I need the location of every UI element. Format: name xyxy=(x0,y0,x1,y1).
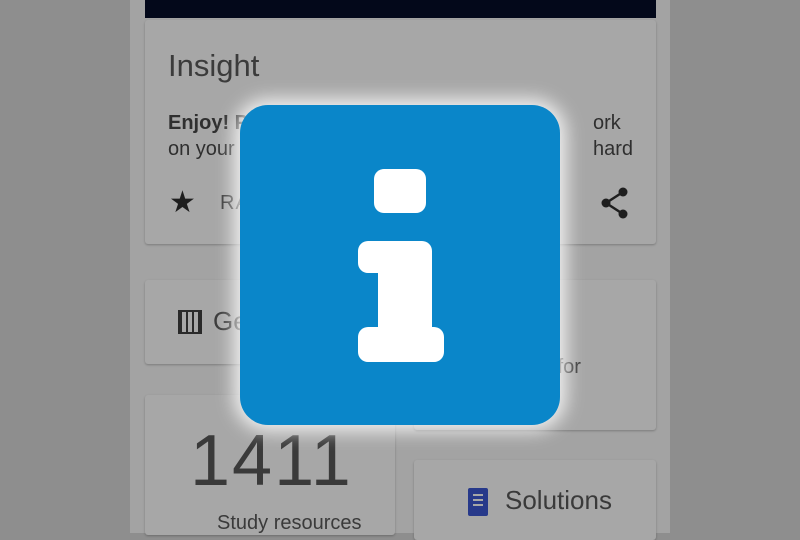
notebook-icon xyxy=(468,488,488,516)
share-icon[interactable] xyxy=(597,185,633,221)
solutions-label: Solutions xyxy=(505,485,612,515)
grid-pencil-icon xyxy=(178,310,202,334)
solutions-card[interactable]: Solutions xyxy=(414,460,656,540)
study-resources-count: 1411 xyxy=(190,421,353,501)
insight-title: Insight xyxy=(168,48,260,83)
study-resources-label: Study resources xyxy=(217,512,362,534)
insight-text-line1-end: ork hard xyxy=(593,112,634,160)
app-top-bar xyxy=(145,0,656,18)
info-overlay xyxy=(240,105,560,425)
star-icon[interactable]: ★ xyxy=(169,185,196,220)
insight-text-bold: Enjoy! P xyxy=(168,112,249,134)
info-icon xyxy=(358,169,444,362)
